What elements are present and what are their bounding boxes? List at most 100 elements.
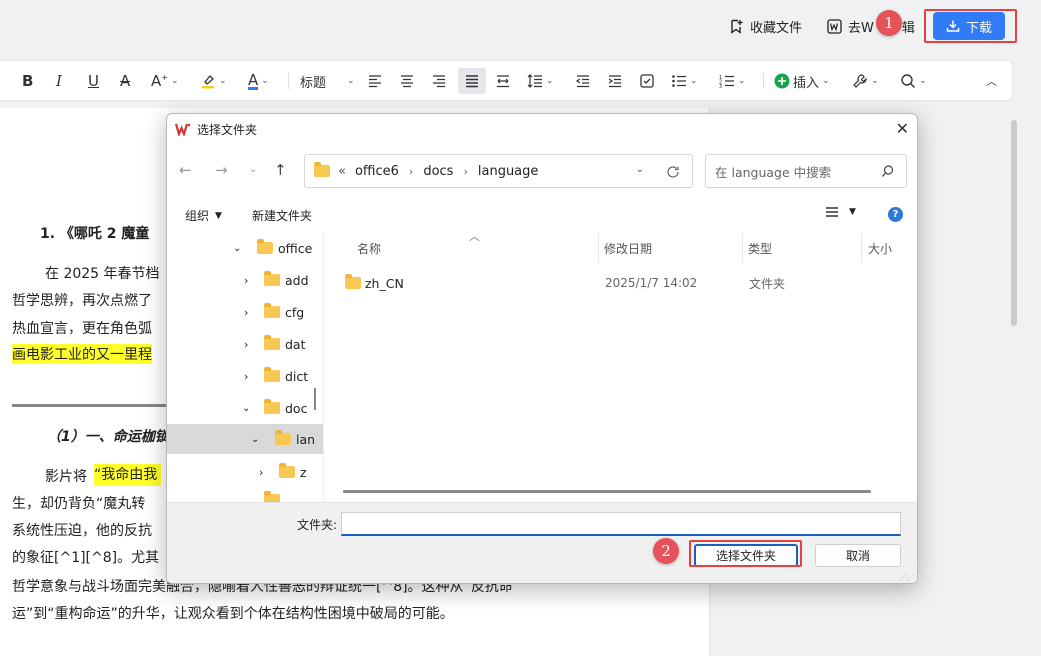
align-center-icon	[401, 75, 413, 88]
heading-style-dropdown[interactable]: 标题 ⌄	[300, 71, 355, 91]
close-icon[interactable]: ✕	[896, 119, 909, 138]
tree-scrollbar[interactable]	[314, 388, 316, 410]
align-center-button[interactable]	[399, 71, 415, 91]
chevron-right-icon[interactable]: ›	[244, 306, 264, 319]
chevron-up-icon: ︿	[986, 75, 997, 88]
tree-item-add[interactable]: › add	[167, 264, 323, 296]
chevron-right-icon[interactable]: ›	[244, 370, 264, 383]
chevron-down-icon[interactable]: ⌄	[251, 434, 275, 445]
view-options-button[interactable]: ▼	[825, 206, 856, 218]
highlight-button[interactable]: ⌄	[200, 71, 227, 91]
file-row[interactable]: zh_CN 2025/1/7 14:02 文件夹	[337, 270, 907, 296]
bullet-list-button[interactable]: ⌄	[671, 71, 698, 91]
doc-heading: 1. 《哪吒 2 魔童	[40, 226, 150, 242]
chevron-down-icon: ⌄	[871, 76, 879, 86]
doc-para2-line1b: “我命由我	[94, 464, 162, 486]
chevron-down-icon: ⌄	[170, 76, 179, 86]
tree-item-label: add	[285, 272, 309, 288]
tree-item-cfg[interactable]: › cfg	[167, 296, 323, 328]
outdent-button[interactable]	[575, 71, 591, 91]
numbered-list-button[interactable]: 1 2 3 ⌄	[719, 71, 746, 91]
italic-button[interactable]: I	[56, 71, 62, 91]
search-tool-button[interactable]: ⌄	[900, 71, 927, 91]
favorite-file-button[interactable]: 收藏文件	[729, 16, 802, 36]
bold-icon: B	[22, 72, 34, 90]
search-input[interactable]: 在 language 中搜索	[705, 154, 907, 188]
right-margin	[1013, 101, 1041, 656]
chevron-right-icon[interactable]: ›	[244, 338, 264, 351]
folder-field-label: 文件夹:	[297, 518, 338, 532]
svg-text:3: 3	[719, 84, 722, 88]
chevron-right-icon[interactable]: ›	[244, 274, 264, 287]
address-dropdown-icon[interactable]: ⌄	[636, 164, 644, 175]
file-modified: 2025/1/7 14:02	[605, 276, 698, 290]
file-type: 文件夹	[749, 276, 786, 291]
distribute-button[interactable]	[495, 71, 511, 91]
font-color-button[interactable]: A ⌄	[248, 71, 269, 91]
breadcrumb-item[interactable]: office6	[355, 164, 399, 179]
wps-edit-button[interactable]: 去W 辑	[827, 16, 915, 36]
align-right-icon	[433, 75, 445, 88]
tree-item-language[interactable]: ⌄ lan	[167, 424, 323, 454]
page-scrollbar[interactable]	[1011, 120, 1017, 326]
indent-button[interactable]	[607, 71, 623, 91]
cancel-button[interactable]: 取消	[815, 544, 901, 567]
breadcrumb-overflow[interactable]: «	[338, 164, 346, 179]
folder-icon	[264, 367, 280, 382]
bold-button[interactable]: B	[22, 71, 33, 91]
underline-icon: U	[88, 72, 99, 90]
resize-grip-icon[interactable]: ⋰⋰	[899, 573, 914, 582]
folder-tree: ⌄ office › add › cfg › dat › dict ⌄ doc	[167, 232, 323, 502]
justify-button[interactable]	[458, 68, 486, 94]
search-icon	[882, 165, 894, 177]
align-right-button[interactable]	[431, 71, 447, 91]
tools-button[interactable]: ⌄	[852, 71, 879, 91]
organize-button[interactable]: 组织 ▼	[185, 207, 222, 224]
tree-item-dat[interactable]: › dat	[167, 328, 323, 360]
horizontal-scrollbar[interactable]	[343, 490, 871, 493]
tree-item-docs[interactable]: ⌄ doc	[167, 392, 323, 424]
tree-item-office[interactable]: ⌄ office	[167, 232, 323, 264]
new-folder-button[interactable]: 新建文件夹	[252, 207, 312, 224]
numbered-list-icon: 123	[719, 75, 734, 88]
column-modified[interactable]: 修改日期	[604, 236, 652, 260]
align-left-button[interactable]	[367, 71, 383, 91]
insert-label: 插入	[793, 75, 820, 91]
chevron-down-icon[interactable]: ⌄	[242, 403, 264, 414]
collapse-toolbar-button[interactable]: ︿	[986, 71, 997, 91]
font-size-button[interactable]: A+ ⌄	[151, 71, 179, 91]
address-bar[interactable]: « office6 › docs › language ⌄	[304, 154, 693, 188]
column-divider	[742, 234, 743, 262]
strikethrough-button[interactable]: A	[120, 71, 130, 91]
tree-item-dict[interactable]: › dict	[167, 360, 323, 392]
refresh-icon[interactable]	[666, 165, 680, 179]
outdent-icon	[575, 75, 589, 88]
folder-icon	[345, 274, 361, 289]
caret-down-icon: ▼	[215, 210, 222, 221]
breadcrumb-item[interactable]: docs	[423, 164, 453, 179]
recent-chevron-icon[interactable]: ⌄	[249, 164, 257, 175]
forward-arrow-icon[interactable]: →	[215, 161, 228, 179]
folder-input[interactable]	[341, 512, 901, 536]
toolbar-divider	[763, 73, 764, 89]
column-type[interactable]: 类型	[748, 236, 772, 260]
chevron-down-icon: ⌄	[546, 76, 554, 86]
up-arrow-icon[interactable]: ↑	[274, 161, 287, 179]
doc-para2-line4: 的象征[^1][^8]。尤其	[12, 550, 160, 566]
doc-para2-line3: 系统性压迫，他的反抗	[12, 523, 152, 539]
chevron-right-icon[interactable]: ›	[259, 466, 279, 479]
column-size[interactable]: 大小	[868, 236, 892, 260]
chevron-down-icon[interactable]: ⌄	[233, 243, 253, 254]
breadcrumb-item[interactable]: language	[478, 164, 539, 179]
underline-button[interactable]: U	[88, 71, 99, 91]
checklist-button[interactable]	[639, 71, 655, 91]
back-arrow-icon[interactable]: ←	[179, 161, 192, 179]
help-icon[interactable]: ?	[888, 207, 903, 222]
insert-button[interactable]: 插入 ⌄	[774, 71, 830, 91]
cancel-label: 取消	[845, 549, 870, 563]
chevron-down-icon: ⌄	[347, 76, 355, 86]
bullet-list-icon	[672, 75, 686, 87]
folder-icon	[264, 335, 280, 350]
line-spacing-button[interactable]: ⌄	[527, 71, 554, 91]
column-name[interactable]: 名称	[357, 236, 381, 260]
